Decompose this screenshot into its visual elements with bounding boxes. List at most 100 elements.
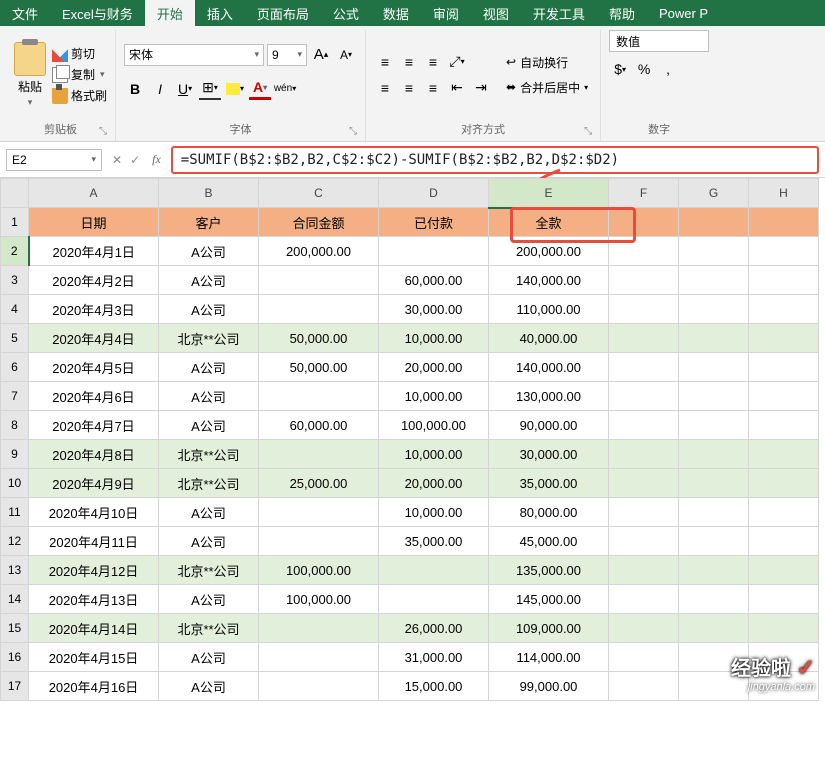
cell-E3[interactable]: 140,000.00 <box>489 266 609 295</box>
cell-F10[interactable] <box>609 469 679 498</box>
column-header-F[interactable]: F <box>609 179 679 208</box>
cell-H2[interactable] <box>749 237 819 266</box>
cell-H4[interactable] <box>749 295 819 324</box>
cell-C13[interactable]: 100,000.00 <box>259 556 379 585</box>
column-header-B[interactable]: B <box>159 179 259 208</box>
cell-C1[interactable]: 合同金额 <box>259 208 379 237</box>
cell-A1[interactable]: 日期 <box>29 208 159 237</box>
cell-B13[interactable]: 北京**公司 <box>159 556 259 585</box>
cell-D14[interactable] <box>379 585 489 614</box>
comma-button[interactable]: , <box>657 58 679 80</box>
cell-C5[interactable]: 50,000.00 <box>259 324 379 353</box>
format-painter-button[interactable]: 格式刷 <box>52 87 107 104</box>
cell-E15[interactable]: 109,000.00 <box>489 614 609 643</box>
fill-color-button[interactable]: ▾ <box>224 78 246 100</box>
cell-F7[interactable] <box>609 382 679 411</box>
ribbon-tab-Excel与财务[interactable]: Excel与财务 <box>50 0 145 26</box>
font-name-combo[interactable]: 宋体▾ <box>124 44 264 66</box>
cell-G2[interactable] <box>679 237 749 266</box>
cell-H14[interactable] <box>749 585 819 614</box>
row-header-13[interactable]: 13 <box>1 556 29 585</box>
cell-A3[interactable]: 2020年4月2日 <box>29 266 159 295</box>
cell-H6[interactable] <box>749 353 819 382</box>
cell-A15[interactable]: 2020年4月14日 <box>29 614 159 643</box>
increase-indent-button[interactable]: ⇥ <box>470 77 492 99</box>
cell-G9[interactable] <box>679 440 749 469</box>
cell-B7[interactable]: A公司 <box>159 382 259 411</box>
cell-C3[interactable] <box>259 266 379 295</box>
align-middle-button[interactable]: ≡ <box>398 51 420 73</box>
cell-A10[interactable]: 2020年4月9日 <box>29 469 159 498</box>
font-color-button[interactable]: A▾ <box>249 78 271 100</box>
column-header-G[interactable]: G <box>679 179 749 208</box>
cell-H9[interactable] <box>749 440 819 469</box>
cell-F1[interactable] <box>609 208 679 237</box>
ribbon-tab-插入[interactable]: 插入 <box>195 0 245 26</box>
cell-E4[interactable]: 110,000.00 <box>489 295 609 324</box>
name-box[interactable]: E2▾ <box>6 149 102 171</box>
row-header-15[interactable]: 15 <box>1 614 29 643</box>
cell-C6[interactable]: 50,000.00 <box>259 353 379 382</box>
increase-font-button[interactable]: A▴ <box>310 44 332 66</box>
cell-B11[interactable]: A公司 <box>159 498 259 527</box>
row-header-14[interactable]: 14 <box>1 585 29 614</box>
ribbon-tab-开始[interactable]: 开始 <box>145 0 195 26</box>
row-header-1[interactable]: 1 <box>1 208 29 237</box>
row-header-17[interactable]: 17 <box>1 672 29 701</box>
cell-A9[interactable]: 2020年4月8日 <box>29 440 159 469</box>
ribbon-tab-页面布局[interactable]: 页面布局 <box>245 0 321 26</box>
cell-G6[interactable] <box>679 353 749 382</box>
cell-F15[interactable] <box>609 614 679 643</box>
cell-E8[interactable]: 90,000.00 <box>489 411 609 440</box>
cell-D3[interactable]: 60,000.00 <box>379 266 489 295</box>
row-header-2[interactable]: 2 <box>1 237 29 266</box>
row-header-3[interactable]: 3 <box>1 266 29 295</box>
cancel-formula-button[interactable]: ✕ <box>112 153 122 167</box>
decrease-indent-button[interactable]: ⇤ <box>446 77 468 99</box>
wrap-text-button[interactable]: ↩自动换行 <box>502 52 592 73</box>
cell-B9[interactable]: 北京**公司 <box>159 440 259 469</box>
cell-A12[interactable]: 2020年4月11日 <box>29 527 159 556</box>
cell-E6[interactable]: 140,000.00 <box>489 353 609 382</box>
cell-D12[interactable]: 35,000.00 <box>379 527 489 556</box>
cell-F5[interactable] <box>609 324 679 353</box>
cell-H7[interactable] <box>749 382 819 411</box>
cell-C12[interactable] <box>259 527 379 556</box>
cell-C4[interactable] <box>259 295 379 324</box>
cell-F11[interactable] <box>609 498 679 527</box>
cut-button[interactable]: 剪切 <box>52 45 107 62</box>
cell-D10[interactable]: 20,000.00 <box>379 469 489 498</box>
cell-A2[interactable]: 2020年4月1日 <box>29 237 159 266</box>
cell-D5[interactable]: 10,000.00 <box>379 324 489 353</box>
cell-G15[interactable] <box>679 614 749 643</box>
cell-A11[interactable]: 2020年4月10日 <box>29 498 159 527</box>
cell-D17[interactable]: 15,000.00 <box>379 672 489 701</box>
cell-H13[interactable] <box>749 556 819 585</box>
row-header-7[interactable]: 7 <box>1 382 29 411</box>
row-header-12[interactable]: 12 <box>1 527 29 556</box>
cell-C9[interactable] <box>259 440 379 469</box>
cell-E17[interactable]: 99,000.00 <box>489 672 609 701</box>
align-center-button[interactable]: ≡ <box>398 77 420 99</box>
cell-H5[interactable] <box>749 324 819 353</box>
expand-icon[interactable]: ⤡ <box>584 126 592 137</box>
align-bottom-button[interactable]: ≡ <box>422 51 444 73</box>
cell-F13[interactable] <box>609 556 679 585</box>
expand-icon[interactable]: ⤡ <box>99 126 107 137</box>
cell-C7[interactable] <box>259 382 379 411</box>
cell-C16[interactable] <box>259 643 379 672</box>
ribbon-tab-公式[interactable]: 公式 <box>321 0 371 26</box>
ribbon-tab-审阅[interactable]: 审阅 <box>421 0 471 26</box>
ribbon-tab-视图[interactable]: 视图 <box>471 0 521 26</box>
cell-G7[interactable] <box>679 382 749 411</box>
row-header-6[interactable]: 6 <box>1 353 29 382</box>
ribbon-tab-帮助[interactable]: 帮助 <box>597 0 647 26</box>
decrease-font-button[interactable]: A▾ <box>335 44 357 66</box>
row-header-10[interactable]: 10 <box>1 469 29 498</box>
cell-C8[interactable]: 60,000.00 <box>259 411 379 440</box>
italic-button[interactable]: I <box>149 78 171 100</box>
cell-H15[interactable] <box>749 614 819 643</box>
column-header-D[interactable]: D <box>379 179 489 208</box>
cell-B2[interactable]: A公司 <box>159 237 259 266</box>
merge-center-button[interactable]: ⬌合并后居中▾ <box>502 77 592 98</box>
